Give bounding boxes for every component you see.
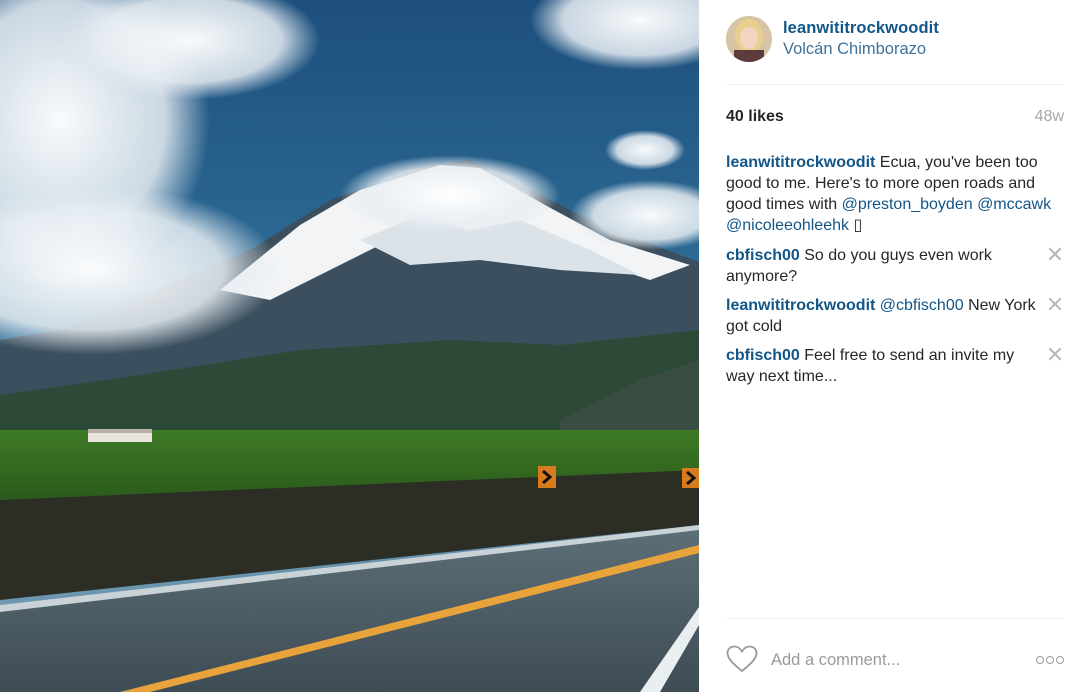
comment-username-link[interactable]: cbfisch00 — [726, 247, 800, 264]
comment-item: cbfisch00 Feel free to send an invite my… — [726, 345, 1064, 387]
mention-link[interactable]: @nicoleeohleehk — [726, 217, 849, 234]
mention-link[interactable]: @cbfisch00 — [875, 297, 964, 314]
avatar-image — [726, 16, 772, 62]
likes-count[interactable]: 40 likes — [726, 108, 784, 126]
post-age[interactable]: 48w — [1035, 108, 1064, 126]
comment-item: cbfisch00 So do you guys even work anymo… — [726, 245, 1064, 287]
add-comment-input[interactable] — [771, 649, 1011, 671]
location-link[interactable]: Volcán Chimborazo — [783, 40, 926, 59]
comment-item: leanwititrockwoodit @cbfisch00 New York … — [726, 295, 1064, 337]
post-details-panel: leanwititrockwoodit Volcán Chimborazo 40… — [699, 0, 1088, 692]
mention-link[interactable]: @preston_boyden — [842, 196, 973, 213]
post-photo[interactable] — [0, 0, 699, 692]
caption: leanwititrockwoodit Ecua, you've been to… — [726, 152, 1064, 236]
owner-username-link[interactable]: leanwititrockwoodit — [783, 19, 939, 38]
close-icon[interactable] — [1046, 295, 1064, 313]
more-options-icon[interactable] — [1036, 656, 1064, 664]
landscape-image — [0, 0, 699, 692]
comment-footer — [726, 618, 1064, 693]
comment-username-link[interactable]: leanwititrockwoodit — [726, 297, 875, 314]
close-icon[interactable] — [1046, 245, 1064, 263]
mention-link[interactable]: @mccawk — [977, 196, 1051, 213]
comments-list: leanwititrockwoodit Ecua, you've been to… — [726, 152, 1064, 395]
post-stats: 40 likes 48w — [726, 108, 1064, 130]
heart-icon[interactable] — [726, 645, 758, 673]
avatar[interactable] — [726, 16, 772, 62]
comment-username-link[interactable]: cbfisch00 — [726, 347, 800, 364]
close-icon[interactable] — [1046, 345, 1064, 363]
post-header: leanwititrockwoodit Volcán Chimborazo — [726, 14, 1064, 85]
caption-text: ▯ — [849, 217, 863, 234]
comment-username-link[interactable]: leanwititrockwoodit — [726, 154, 875, 171]
